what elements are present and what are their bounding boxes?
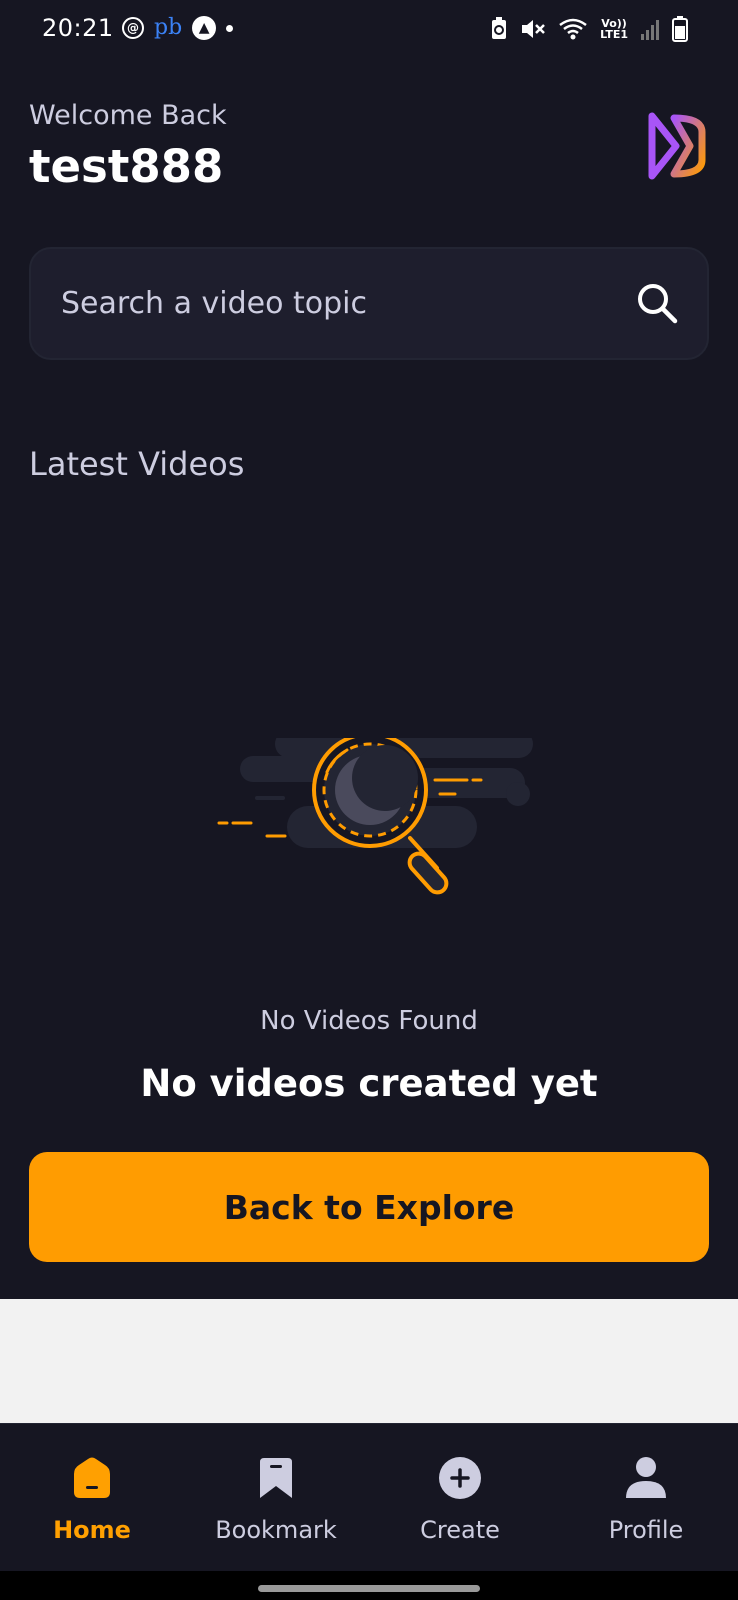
- battery-saver-icon: [492, 17, 507, 39]
- tab-home-label: Home: [53, 1516, 131, 1544]
- battery-icon: [672, 16, 688, 42]
- mute-icon: [522, 20, 546, 38]
- plus-circle-icon: [439, 1457, 481, 1499]
- back-to-explore-button[interactable]: Back to Explore: [29, 1152, 709, 1262]
- search-box[interactable]: [29, 247, 709, 360]
- search-input[interactable]: [61, 249, 621, 358]
- profile-icon: [626, 1457, 666, 1498]
- status-time: 20:21: [42, 14, 114, 42]
- tab-profile-label: Profile: [608, 1516, 684, 1544]
- home-indicator[interactable]: [258, 1585, 480, 1592]
- signal-icon: [641, 20, 659, 40]
- username: test888: [29, 140, 224, 193]
- tab-create-label: Create: [420, 1516, 500, 1544]
- tab-profile[interactable]: Profile: [554, 1424, 738, 1572]
- lte-label: LTE1: [600, 28, 628, 41]
- tab-bookmark[interactable]: Bookmark: [184, 1424, 368, 1572]
- app-logo-icon: [648, 112, 706, 180]
- search-icon[interactable]: [635, 281, 679, 325]
- empty-state-subtitle: No videos created yet: [140, 1062, 598, 1105]
- status-left-icons: @ pb ▲: [122, 15, 234, 40]
- wifi-icon: [559, 18, 587, 40]
- latest-videos-title: Latest Videos: [29, 445, 245, 483]
- status-right-icons: Vo)) LTE1: [490, 16, 688, 42]
- bookmark-icon: [260, 1458, 292, 1498]
- welcome-label: Welcome Back: [29, 100, 227, 131]
- notification-dot: [226, 24, 234, 32]
- bottom-tab-bar: Home Bookmark Create Profile: [0, 1423, 738, 1571]
- tab-home[interactable]: Home: [0, 1424, 184, 1572]
- pb-app-icon: pb: [154, 15, 183, 40]
- threads-icon: @: [122, 17, 144, 39]
- volte-icon: Vo)) LTE1: [600, 18, 628, 40]
- nav-app-icon: ▲: [192, 16, 217, 40]
- empty-state-title: No Videos Found: [260, 1006, 478, 1036]
- content-footer-area: [0, 1299, 738, 1423]
- tab-create[interactable]: Create: [368, 1424, 552, 1572]
- status-bar: 20:21 @ pb ▲ Vo)) LTE1: [0, 0, 738, 56]
- tab-bookmark-label: Bookmark: [215, 1516, 337, 1544]
- empty-search-illustration: [217, 738, 533, 895]
- home-icon: [74, 1457, 110, 1498]
- app-screen: 20:21 @ pb ▲ Vo)) LTE1 Welcome Back test…: [0, 0, 738, 1600]
